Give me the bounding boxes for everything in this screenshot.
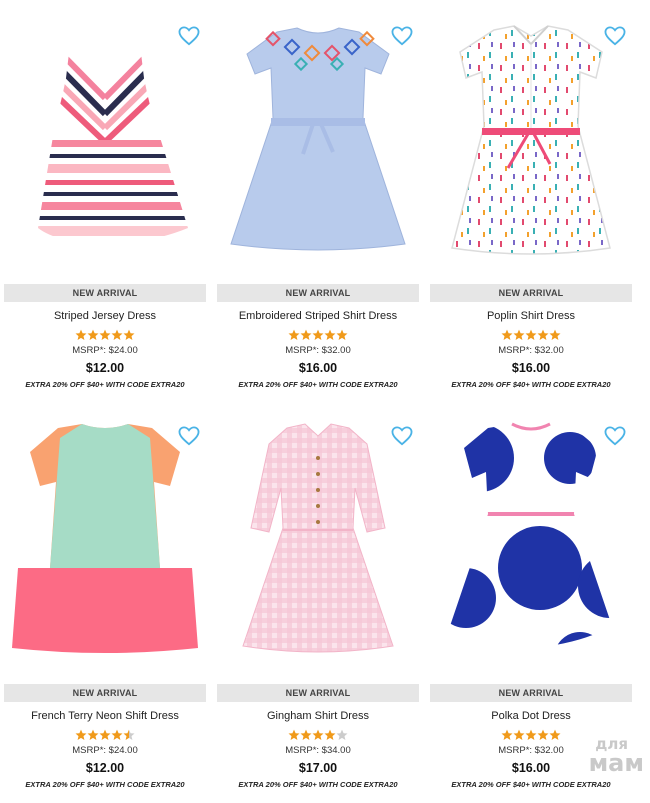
sale-price: $16.00 bbox=[511, 361, 551, 375]
heart-outline-icon[interactable] bbox=[604, 426, 626, 446]
msrp-price: MSRP*: $24.00 bbox=[72, 345, 138, 356]
heart-outline-icon[interactable] bbox=[178, 26, 200, 46]
product-image-striped-jersey-dress[interactable] bbox=[4, 18, 206, 266]
star-icon bbox=[87, 329, 99, 341]
product-card[interactable]: NEW ARRIVAL Poplin Shirt Dress MSRP*: $3… bbox=[430, 18, 632, 403]
star-icon bbox=[513, 329, 525, 341]
product-image-gingham-shirt-dress[interactable] bbox=[217, 418, 419, 666]
new-arrival-badge: NEW ARRIVAL bbox=[217, 684, 419, 702]
product-card[interactable]: NEW ARRIVAL Embroidered Striped Shirt Dr… bbox=[217, 18, 419, 403]
rating-stars bbox=[430, 329, 632, 344]
rating-stars bbox=[430, 729, 632, 744]
star-icon bbox=[324, 329, 336, 341]
new-arrival-badge: NEW ARRIVAL bbox=[430, 684, 632, 702]
heart-outline-icon[interactable] bbox=[391, 26, 413, 46]
product-name[interactable]: Polka Dot Dress bbox=[430, 710, 632, 722]
msrp-price: MSRP*: $34.00 bbox=[285, 745, 351, 756]
promo-text: EXTRA 20% OFF $40+ WITH CODE EXTRA20 bbox=[238, 380, 398, 389]
product-name[interactable]: French Terry Neon Shift Dress bbox=[4, 710, 206, 722]
product-image-poplin-shirt-dress[interactable] bbox=[430, 18, 632, 266]
star-icon bbox=[537, 729, 549, 741]
star-icon bbox=[288, 329, 300, 341]
sale-price: $16.00 bbox=[298, 361, 338, 375]
product-name[interactable]: Gingham Shirt Dress bbox=[217, 710, 419, 722]
promo-text: EXTRA 20% OFF $40+ WITH CODE EXTRA20 bbox=[238, 780, 398, 789]
promo-text: EXTRA 20% OFF $40+ WITH CODE EXTRA20 bbox=[25, 780, 185, 789]
star-icon bbox=[123, 329, 135, 341]
product-name[interactable]: Embroidered Striped Shirt Dress bbox=[217, 310, 419, 322]
star-icon bbox=[525, 729, 537, 741]
star-icon bbox=[312, 329, 324, 341]
star-icon bbox=[312, 729, 324, 741]
product-image-french-terry-neon-shift-dress[interactable] bbox=[4, 418, 206, 666]
product-card[interactable]: NEW ARRIVAL Polka Dot Dress MSRP*: $32.0… bbox=[430, 418, 632, 803]
promo-text: EXTRA 20% OFF $40+ WITH CODE EXTRA20 bbox=[451, 380, 611, 389]
rating-stars bbox=[217, 329, 419, 344]
star-icon bbox=[501, 729, 513, 741]
star-icon bbox=[300, 729, 312, 741]
star-icon bbox=[525, 329, 537, 341]
star-icon bbox=[111, 729, 123, 741]
msrp-price: MSRP*: $24.00 bbox=[72, 745, 138, 756]
star-icon bbox=[537, 329, 549, 341]
new-arrival-badge: NEW ARRIVAL bbox=[430, 284, 632, 302]
promo-text: EXTRA 20% OFF $40+ WITH CODE EXTRA20 bbox=[451, 780, 611, 789]
sale-price: $12.00 bbox=[85, 761, 125, 775]
product-name[interactable]: Striped Jersey Dress bbox=[4, 310, 206, 322]
msrp-price: MSRP*: $32.00 bbox=[498, 345, 564, 356]
star-icon bbox=[111, 329, 123, 341]
new-arrival-badge: NEW ARRIVAL bbox=[217, 284, 419, 302]
star-icon bbox=[87, 729, 99, 741]
new-arrival-badge: NEW ARRIVAL bbox=[4, 684, 206, 702]
sale-price: $12.00 bbox=[85, 361, 125, 375]
star-icon bbox=[501, 329, 513, 341]
product-card[interactable]: NEW ARRIVAL Gingham Shirt Dress MSRP*: $… bbox=[217, 418, 419, 803]
star-icon bbox=[549, 329, 561, 341]
product-card[interactable]: NEW ARRIVAL Striped Jersey Dress MSRP*: … bbox=[4, 18, 206, 403]
sale-price: $17.00 bbox=[298, 761, 338, 775]
product-image-polka-dot-dress[interactable] bbox=[430, 418, 632, 666]
star-icon bbox=[549, 729, 561, 741]
star-icon bbox=[288, 729, 300, 741]
heart-outline-icon[interactable] bbox=[604, 26, 626, 46]
star-icon bbox=[75, 729, 87, 741]
star-icon bbox=[513, 729, 525, 741]
star-icon bbox=[336, 729, 348, 741]
rating-stars bbox=[4, 729, 206, 744]
star-icon bbox=[300, 329, 312, 341]
new-arrival-badge: NEW ARRIVAL bbox=[4, 284, 206, 302]
heart-outline-icon[interactable] bbox=[391, 426, 413, 446]
product-name[interactable]: Poplin Shirt Dress bbox=[430, 310, 632, 322]
msrp-price: MSRP*: $32.00 bbox=[498, 745, 564, 756]
rating-stars bbox=[217, 729, 419, 744]
product-image-embroidered-striped-shirt-dress[interactable] bbox=[217, 18, 419, 266]
product-card[interactable]: NEW ARRIVAL French Terry Neon Shift Dres… bbox=[4, 418, 206, 803]
star-icon bbox=[336, 329, 348, 341]
star-icon bbox=[75, 329, 87, 341]
msrp-price: MSRP*: $32.00 bbox=[285, 345, 351, 356]
star-icon bbox=[324, 729, 336, 741]
star-icon bbox=[123, 729, 135, 741]
star-icon bbox=[99, 329, 111, 341]
star-icon bbox=[99, 729, 111, 741]
heart-outline-icon[interactable] bbox=[178, 426, 200, 446]
sale-price: $16.00 bbox=[511, 761, 551, 775]
promo-text: EXTRA 20% OFF $40+ WITH CODE EXTRA20 bbox=[25, 380, 185, 389]
rating-stars bbox=[4, 329, 206, 344]
